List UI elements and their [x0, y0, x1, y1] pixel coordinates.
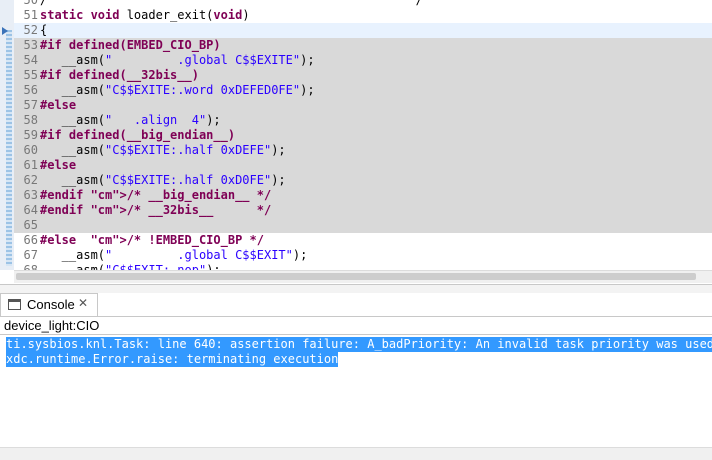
line-number: 51 — [23, 8, 38, 22]
current-line-arrow-icon — [2, 27, 8, 35]
code-editor[interactable]: 50/ /51 static void loader_exit(void) 52{5… — [0, 0, 712, 270]
code-line[interactable]: 56 __asm("C$$EXITE:.word 0xDEFED0FE"); — [14, 83, 712, 98]
line-number: 58 — [23, 113, 38, 127]
line-number: 64 — [23, 203, 38, 217]
line-number: 53 — [23, 38, 38, 52]
code-line[interactable]: 51 static void loader_exit(void) — [14, 8, 712, 23]
line-number: 62 — [23, 173, 38, 187]
console-icon — [8, 299, 21, 310]
line-number: 66 — [23, 233, 38, 247]
line-text: #endif "cm">/* __big_endian__ */ — [40, 188, 272, 202]
code-line[interactable]: 67 __asm(" .global C$$EXIT"); — [14, 248, 712, 263]
console-session-label: device_light:CIO — [0, 316, 712, 334]
line-text: __asm(" .global C$$EXITE"); — [40, 53, 315, 67]
line-text: #else — [40, 98, 77, 112]
code-line[interactable]: 59 #if defined(__big_endian__) — [14, 128, 712, 143]
scrollbar-thumb[interactable] — [16, 273, 696, 280]
tab-console-label: Console — [27, 297, 75, 312]
line-number: 56 — [23, 83, 38, 97]
code-line[interactable]: 63 #endif "cm">/* __big_endian__ */ — [14, 188, 712, 203]
code-line[interactable]: 66 #else "cm">/* !EMBED_CIO_BP */ — [14, 233, 712, 248]
code-line[interactable]: 60 __asm("C$$EXITE:.half 0xDEFE"); — [14, 143, 712, 158]
line-text: #else — [40, 158, 77, 172]
line-number: 60 — [23, 143, 38, 157]
code-line[interactable]: 54 __asm(" .global C$$EXITE"); — [14, 53, 712, 68]
line-number: 59 — [23, 128, 38, 142]
code-line[interactable]: 61 #else — [14, 158, 712, 173]
line-text: #else "cm">/* !EMBED_CIO_BP */ — [40, 233, 264, 247]
code-line[interactable]: 68 __asm("C$$EXIT:.nop"); — [14, 263, 712, 270]
line-text: #if defined(__big_endian__) — [40, 128, 236, 142]
line-text: static void loader_exit(void) — [40, 8, 250, 22]
line-text: __asm(" .global C$$EXIT"); — [40, 248, 308, 262]
line-number: 61 — [23, 158, 38, 172]
code-line[interactable]: 65 — [14, 218, 712, 233]
pane-divider[interactable] — [0, 284, 712, 293]
line-text: __asm("C$$EXIT:.nop"); — [40, 263, 221, 270]
console-output-line[interactable]: xdc.runtime.Error.raise: terminating exe… — [6, 352, 339, 367]
code-line[interactable]: 52{ — [14, 23, 712, 38]
line-text: __asm("C$$EXITE:.word 0xDEFED0FE"); — [40, 83, 315, 97]
console-output[interactable]: ti.sysbios.knl.Task: line 640: assertion… — [0, 334, 712, 448]
line-number: 57 — [23, 98, 38, 112]
line-number: 50 — [23, 0, 38, 7]
editor-ruler — [0, 0, 14, 270]
editor-horizontal-scrollbar[interactable] — [14, 270, 712, 283]
tab-console[interactable]: Console ✕ — [0, 293, 98, 316]
code-line[interactable]: 62 __asm("C$$EXITE:.half 0xD0FE"); — [14, 173, 712, 188]
code-line[interactable]: 50/ / — [14, 0, 712, 8]
line-number: 67 — [23, 248, 38, 262]
line-text: __asm("C$$EXITE:.half 0xDEFE"); — [40, 143, 286, 157]
line-number: 63 — [23, 188, 38, 202]
code-line[interactable]: 64 #endif "cm">/* __32bis__ */ — [14, 203, 712, 218]
line-number: 54 — [23, 53, 38, 67]
line-number: 65 — [23, 218, 38, 232]
line-text: / / — [40, 0, 423, 7]
code-line[interactable]: 57 #else — [14, 98, 712, 113]
line-number: 68 — [23, 263, 38, 270]
console-horizontal-scrollbar[interactable] — [0, 447, 712, 460]
line-text: #endif "cm">/* __32bis__ */ — [40, 203, 272, 217]
console-output-line[interactable]: ti.sysbios.knl.Task: line 640: assertion… — [6, 337, 712, 352]
line-number: 55 — [23, 68, 38, 82]
code-line[interactable]: 55 #if defined(__32bis__) — [14, 68, 712, 83]
line-text: #if defined(__32bis__) — [40, 68, 199, 82]
change-marker-stripe — [6, 30, 12, 266]
code-line[interactable]: 58 __asm(" .align 4"); — [14, 113, 712, 128]
close-icon[interactable]: ✕ — [78, 296, 88, 310]
line-text: { — [40, 23, 48, 37]
line-text: __asm("C$$EXITE:.half 0xD0FE"); — [40, 173, 286, 187]
code-line[interactable]: 53 #if defined(EMBED_CIO_BP) — [14, 38, 712, 53]
line-text: #if defined(EMBED_CIO_BP) — [40, 38, 221, 52]
line-number: 52 — [23, 23, 38, 37]
line-text: __asm(" .align 4"); — [40, 113, 221, 127]
